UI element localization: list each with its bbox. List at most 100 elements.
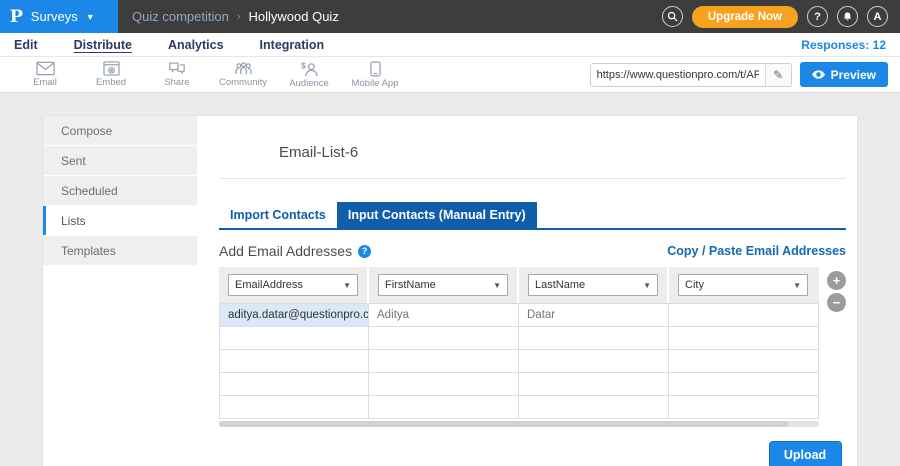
table-cell[interactable] xyxy=(669,396,819,419)
upload-button[interactable]: Upload xyxy=(769,441,842,466)
audience-icon: $ xyxy=(300,61,319,77)
preview-button[interactable]: Preview xyxy=(800,62,888,87)
edit-url-button[interactable]: ✎ xyxy=(765,64,791,86)
email-lists-card: Compose Sent Scheduled Lists Templates E… xyxy=(42,115,858,466)
toolbar-item-share[interactable]: Share xyxy=(144,61,210,88)
toolbar-item-embed[interactable]: Embed xyxy=(78,61,144,88)
table-cell[interactable] xyxy=(369,350,519,373)
survey-url-input[interactable] xyxy=(591,69,765,81)
table-cell[interactable] xyxy=(669,304,819,327)
table-cell[interactable] xyxy=(519,396,669,419)
header-cell-city: City▼ xyxy=(669,267,819,303)
table-cell[interactable] xyxy=(669,327,819,350)
table-cell[interactable]: aditya.datar@questionpro.com xyxy=(219,304,369,327)
column-select-city[interactable]: City▼ xyxy=(678,274,808,296)
tab-analytics[interactable]: Analytics xyxy=(168,38,224,52)
table-cell[interactable] xyxy=(369,396,519,419)
sidebar-item-lists[interactable]: Lists xyxy=(43,206,197,235)
breadcrumb-separator-icon: › xyxy=(237,11,241,23)
table-row xyxy=(219,396,819,419)
help-button[interactable]: ? xyxy=(807,6,828,27)
column-select-lastname[interactable]: LastName▼ xyxy=(528,274,658,296)
section-header: Add Email Addresses ? Copy / Paste Email… xyxy=(219,243,846,259)
page-background: Compose Sent Scheduled Lists Templates E… xyxy=(0,94,900,466)
toolbar-item-community[interactable]: Community xyxy=(210,61,276,88)
select-caret-icon: ▼ xyxy=(793,281,801,290)
upload-row: Upload xyxy=(219,441,846,466)
community-icon xyxy=(234,61,253,76)
account-avatar[interactable]: A xyxy=(867,6,888,27)
table-cell[interactable] xyxy=(669,373,819,396)
tab-input-contacts-manual[interactable]: Input Contacts (Manual Entry) xyxy=(337,202,537,228)
table-cell[interactable] xyxy=(669,350,819,373)
tab-import-contacts[interactable]: Import Contacts xyxy=(219,202,337,228)
sidebar-item-templates[interactable]: Templates xyxy=(43,236,197,265)
top-header: P Surveys ▼ Quiz competition › Hollywood… xyxy=(0,0,900,33)
header-actions: Upgrade Now ? A xyxy=(662,0,900,33)
contacts-table-area: EmailAddress▼ FirstName▼ LastName▼ City▼… xyxy=(219,267,846,427)
mobile-app-icon xyxy=(370,61,381,77)
column-select-firstname[interactable]: FirstName▼ xyxy=(378,274,508,296)
remove-row-button[interactable]: − xyxy=(827,293,846,312)
toolbar-item-email[interactable]: Email xyxy=(12,61,78,88)
email-icon xyxy=(36,61,55,76)
product-menu-label: Surveys xyxy=(31,9,78,24)
header-cell-firstname: FirstName▼ xyxy=(369,267,519,303)
table-cell[interactable]: Datar xyxy=(519,304,669,327)
table-cell[interactable] xyxy=(369,327,519,350)
table-horizontal-scrollbar[interactable] xyxy=(219,421,819,427)
header-cell-lastname: LastName▼ xyxy=(519,267,669,303)
tab-edit[interactable]: Edit xyxy=(14,38,38,52)
table-row: aditya.datar@questionpro.comAdityaDatar xyxy=(219,304,819,327)
questionpro-logo-icon: P xyxy=(10,7,23,27)
sidebar-item-scheduled[interactable]: Scheduled xyxy=(43,176,197,205)
table-cell[interactable]: Aditya xyxy=(369,304,519,327)
sidebar-item-sent[interactable]: Sent xyxy=(43,146,197,175)
select-caret-icon: ▼ xyxy=(343,281,351,290)
responses-count[interactable]: Responses: 12 xyxy=(801,38,886,52)
eye-icon xyxy=(812,70,825,79)
page-title: Email-List-6 xyxy=(279,144,846,161)
toolbar-item-mobile-app[interactable]: Mobile App xyxy=(342,61,408,89)
svg-text:$: $ xyxy=(301,61,306,71)
upgrade-now-button[interactable]: Upgrade Now xyxy=(692,6,798,28)
select-caret-icon: ▼ xyxy=(643,281,651,290)
survey-nav: Edit Distribute Analytics Integration Re… xyxy=(0,33,900,57)
tab-distribute[interactable]: Distribute xyxy=(74,38,132,52)
distribute-toolbar: Email Embed Share Community $ Audience M… xyxy=(0,57,900,93)
table-cell[interactable] xyxy=(519,373,669,396)
table-cell[interactable] xyxy=(219,396,369,419)
column-select-emailaddress[interactable]: EmailAddress▼ xyxy=(228,274,358,296)
table-cell[interactable] xyxy=(219,373,369,396)
email-sidebar: Compose Sent Scheduled Lists Templates xyxy=(43,116,197,466)
list-detail-panel: Email-List-6 Import Contacts Input Conta… xyxy=(197,116,860,466)
tab-integration[interactable]: Integration xyxy=(260,38,325,52)
contacts-tabs: Import Contacts Input Contacts (Manual E… xyxy=(219,202,846,230)
bell-icon xyxy=(842,11,853,22)
survey-url-box: ✎ xyxy=(590,63,792,87)
contacts-table-header: EmailAddress▼ FirstName▼ LastName▼ City▼ xyxy=(219,267,819,303)
product-switcher[interactable]: P Surveys ▼ xyxy=(0,0,118,33)
table-cell[interactable] xyxy=(219,350,369,373)
row-controls: + − xyxy=(827,271,846,427)
help-tooltip-icon[interactable]: ? xyxy=(358,245,371,258)
toolbar-item-audience[interactable]: $ Audience xyxy=(276,61,342,89)
add-row-button[interactable]: + xyxy=(827,271,846,290)
scrollbar-thumb[interactable] xyxy=(219,421,789,427)
table-cell[interactable] xyxy=(219,327,369,350)
email-table-body: aditya.datar@questionpro.comAdityaDatar xyxy=(219,303,819,419)
search-button[interactable] xyxy=(662,6,683,27)
title-divider xyxy=(219,178,846,179)
copy-paste-link[interactable]: Copy / Paste Email Addresses xyxy=(667,244,846,258)
section-title: Add Email Addresses xyxy=(219,243,352,259)
breadcrumb: Quiz competition › Hollywood Quiz xyxy=(118,0,339,33)
breadcrumb-parent[interactable]: Quiz competition xyxy=(132,9,229,24)
table-cell[interactable] xyxy=(519,350,669,373)
search-icon xyxy=(667,11,678,22)
sidebar-item-compose[interactable]: Compose xyxy=(43,116,197,145)
table-cell[interactable] xyxy=(369,373,519,396)
contacts-table: EmailAddress▼ FirstName▼ LastName▼ City▼… xyxy=(219,267,819,427)
table-cell[interactable] xyxy=(519,327,669,350)
select-caret-icon: ▼ xyxy=(493,281,501,290)
notifications-button[interactable] xyxy=(837,6,858,27)
